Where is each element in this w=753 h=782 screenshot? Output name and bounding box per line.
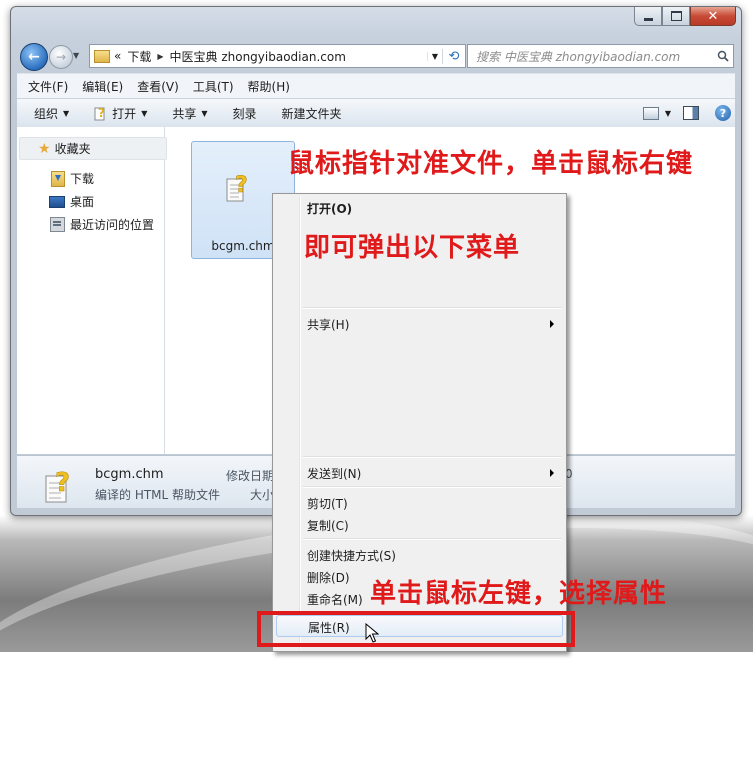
annotation-step1: 鼠标指针对准文件，单击鼠标右键 (288, 149, 694, 179)
address-dropdown-icon[interactable]: ▼ (427, 51, 442, 61)
address-bar[interactable]: « 下载 ▶ 中医宝典 zhongyibaodian.com ▼ ⟲ (89, 44, 466, 68)
open-button[interactable]: ? 打开 ▼ (94, 105, 147, 122)
desktop-icon (49, 195, 65, 208)
close-icon: ✕ (707, 8, 719, 24)
close-button[interactable]: ✕ (690, 7, 736, 26)
menu-item-share[interactable]: 共享(H) (307, 316, 349, 333)
search-input[interactable]: 搜索 中医宝典 zhongyibaodian.com (467, 44, 734, 68)
help-file-icon: ? (94, 106, 105, 121)
sidebar-item-favorites[interactable]: ★ 收藏夹 (19, 137, 167, 160)
breadcrumb-overflow[interactable]: « (114, 49, 121, 63)
share-button[interactable]: 共享 ▼ (172, 105, 207, 122)
menu-item-cut[interactable]: 剪切(T) (307, 495, 348, 512)
sidebar-item-label: 下载 (70, 172, 95, 186)
downloads-folder-icon (51, 170, 65, 187)
preview-pane-icon[interactable] (683, 106, 699, 120)
details-size-label: 大小 (250, 488, 275, 502)
chm-help-file-icon: ? (226, 173, 248, 202)
chevron-down-icon: ▼ (63, 108, 70, 118)
sidebar-item-downloads[interactable]: 下载 (51, 170, 94, 187)
sidebar-item-desktop[interactable]: 桌面 (49, 193, 94, 210)
menu-separator (303, 538, 562, 540)
menu-item-copy[interactable]: 复制(C) (307, 517, 349, 534)
annotation-step2: 即可弹出以下菜单 (304, 233, 521, 263)
view-options-chevron-icon[interactable]: ▼ (665, 109, 671, 118)
menu-item-delete[interactable]: 删除(D) (307, 569, 350, 586)
maximize-icon (670, 11, 682, 21)
submenu-arrow-icon (550, 469, 554, 477)
breadcrumb-current-folder[interactable]: 中医宝典 zhongyibaodian.com (170, 48, 346, 65)
caption-buttons: ✕ (634, 7, 736, 26)
forward-arrow-icon: → (55, 50, 67, 64)
submenu-arrow-icon (550, 320, 554, 328)
details-file-type: 编译的 HTML 帮助文件 (95, 488, 221, 502)
svg-text:?: ? (98, 106, 105, 120)
annotation-step3: 单击鼠标左键，选择属性 (370, 579, 668, 609)
help-icon[interactable]: ? (715, 105, 731, 121)
organize-label: 组织 (34, 106, 59, 121)
chevron-down-icon: ▼ (141, 108, 148, 118)
navigation-pane: ★ 收藏夹 下载 桌面 最近访问的位置 (17, 127, 167, 454)
sidebar-item-label: 桌面 (70, 195, 95, 209)
menu-bar: 文件(F) 编辑(E) 查看(V) 工具(T) 帮助(H) (17, 73, 735, 98)
menu-item-create-shortcut[interactable]: 创建快捷方式(S) (307, 547, 396, 564)
recent-pages-dropdown[interactable]: ▼ (73, 51, 79, 60)
minimize-button[interactable] (634, 7, 662, 26)
sidebar-item-recent-places[interactable]: 最近访问的位置 (50, 216, 154, 233)
menu-separator (303, 456, 562, 458)
search-icon[interactable] (713, 50, 733, 62)
chm-help-file-icon: ? (45, 468, 70, 503)
breadcrumb-downloads[interactable]: 下载 (127, 48, 151, 65)
minimize-icon (643, 17, 653, 21)
highlight-box (257, 611, 575, 647)
sidebar-item-label: 最近访问的位置 (70, 218, 155, 232)
menu-view[interactable]: 查看(V) (137, 78, 179, 95)
menu-help[interactable]: 帮助(H) (248, 78, 290, 95)
back-button[interactable]: ← (20, 43, 48, 71)
chevron-down-icon: ▼ (201, 108, 208, 118)
menu-separator (303, 307, 562, 309)
new-folder-label: 新建文件夹 (281, 106, 342, 121)
menu-separator (303, 486, 562, 488)
forward-button[interactable]: → (49, 45, 73, 69)
open-label: 打开 (112, 106, 137, 121)
refresh-icon[interactable]: ⟲ (442, 48, 465, 64)
menu-item-rename[interactable]: 重命名(M) (307, 591, 363, 608)
menu-item-send-to[interactable]: 发送到(N) (307, 465, 361, 482)
sidebar-item-label: 收藏夹 (54, 142, 91, 156)
maximize-button[interactable] (662, 7, 690, 26)
organize-button[interactable]: 组织 ▼ (34, 105, 69, 122)
svg-text:?: ? (235, 173, 248, 198)
star-icon: ★ (38, 140, 51, 157)
svg-text:?: ? (55, 468, 70, 498)
new-folder-button[interactable]: 新建文件夹 (282, 105, 342, 122)
menu-edit[interactable]: 编辑(E) (82, 78, 123, 95)
details-file-name: bcgm.chm (95, 467, 164, 482)
details-modified-label: 修改日期 (226, 469, 275, 483)
menu-file[interactable]: 文件(F) (28, 78, 68, 95)
menu-tools[interactable]: 工具(T) (193, 78, 234, 95)
back-arrow-icon: ← (28, 49, 40, 65)
folder-icon (94, 49, 110, 63)
burn-label: 刻录 (232, 106, 257, 121)
search-placeholder: 搜索 中医宝典 zhongyibaodian.com (476, 49, 681, 64)
recent-places-icon (50, 217, 65, 232)
breadcrumb-separator-icon[interactable]: ▶ (157, 52, 163, 61)
change-view-icon[interactable] (642, 106, 659, 120)
menu-item-open[interactable]: 打开(O) (307, 200, 352, 217)
command-bar: 组织 ▼ ? 打开 ▼ 共享 ▼ 刻录 新建文件夹 ▼ ? (17, 98, 735, 128)
share-label: 共享 (172, 106, 197, 121)
burn-button[interactable]: 刻录 (233, 105, 257, 122)
